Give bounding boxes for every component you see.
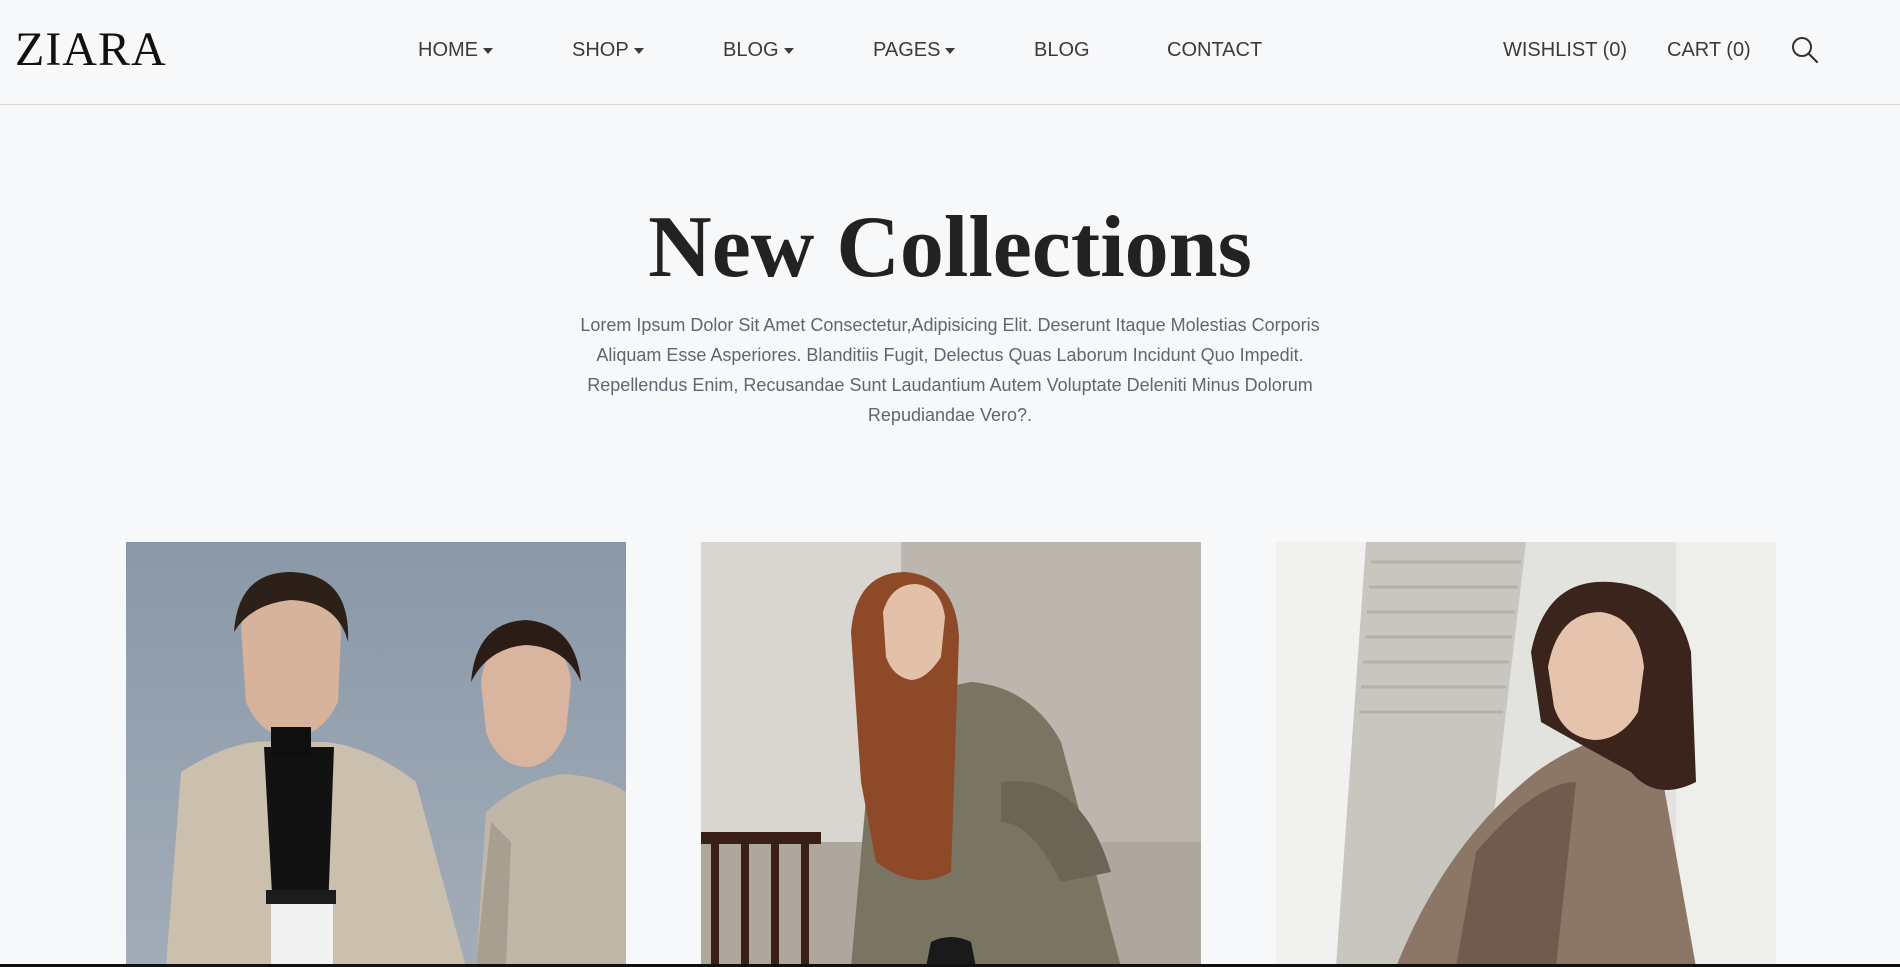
nav-blog-menu-label: BLOG — [723, 39, 779, 61]
search-icon — [1792, 37, 1819, 64]
section-description: Lorem Ipsum Dolor Sit Amet Consectetur,A… — [580, 315, 1320, 425]
caret-down-icon — [945, 48, 956, 54]
search-button[interactable] — [1790, 35, 1820, 65]
nav-home-label: HOME — [418, 39, 478, 61]
caret-down-icon — [633, 48, 644, 54]
nav-shop-label: SHOP — [572, 39, 629, 61]
product-card[interactable] — [1276, 542, 1776, 967]
site-header: ZIARA HOME SHOP BLOG PAGES BLOG CONTACT … — [0, 0, 1900, 105]
nav-contact[interactable]: CONTACT — [1167, 38, 1262, 62]
product-card[interactable] — [126, 542, 626, 967]
nav-home[interactable]: HOME — [418, 38, 493, 62]
section-title: New Collections — [648, 199, 1252, 296]
nav-contact-label: CONTACT — [1167, 39, 1263, 61]
nav-shop[interactable]: SHOP — [572, 38, 644, 62]
nav-blog[interactable]: BLOG — [1034, 38, 1090, 62]
nav-pages[interactable]: PAGES — [873, 38, 956, 62]
cart-link[interactable]: CART (0) — [1667, 38, 1751, 62]
product-image — [701, 542, 1201, 967]
nav-blog-menu[interactable]: BLOG — [723, 38, 794, 62]
nav-blog-label: BLOG — [1034, 39, 1090, 61]
nav-pages-label: PAGES — [873, 39, 941, 61]
caret-down-icon — [483, 48, 493, 54]
page: ZIARA HOME SHOP BLOG PAGES BLOG CONTACT … — [0, 0, 1900, 967]
wishlist-label: WISHLIST (0) — [1503, 39, 1628, 61]
product-image — [1276, 542, 1776, 967]
cart-label: CART (0) — [1667, 39, 1751, 61]
wishlist-link[interactable]: WISHLIST (0) — [1503, 38, 1627, 62]
caret-down-icon — [783, 48, 794, 54]
brand-logo[interactable]: ZIARA — [15, 24, 167, 76]
product-card[interactable] — [701, 542, 1201, 967]
product-image — [126, 542, 626, 967]
